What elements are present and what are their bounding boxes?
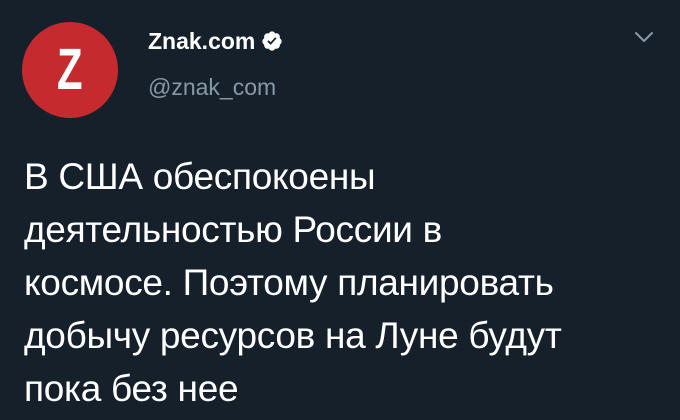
tweet-text-line: В США обеспокоены	[24, 156, 376, 197]
verified-badge-icon	[262, 31, 282, 51]
tweet-text: В США обеспокоены деятельностью России в…	[24, 150, 664, 415]
tweet-header: Znak.com @znak_com	[148, 26, 283, 102]
display-name[interactable]: Znak.com	[148, 26, 255, 56]
tweet-text-line: деятельностью России в	[24, 209, 443, 250]
tweet-text-line: космосе. Поэтому планировать	[24, 262, 554, 303]
avatar[interactable]: Z	[22, 22, 118, 118]
name-row: Znak.com	[148, 26, 283, 56]
chevron-down-icon[interactable]	[634, 30, 654, 44]
user-handle[interactable]: @znak_com	[148, 72, 283, 102]
tweet-text-line: пока без нее	[24, 368, 239, 409]
avatar-logo-letter: Z	[57, 37, 83, 102]
tweet-text-line: добычу ресурсов на Луне будут	[24, 315, 562, 356]
tweet-card: Z Znak.com @znak_com В США обеспокоены д…	[0, 0, 680, 420]
